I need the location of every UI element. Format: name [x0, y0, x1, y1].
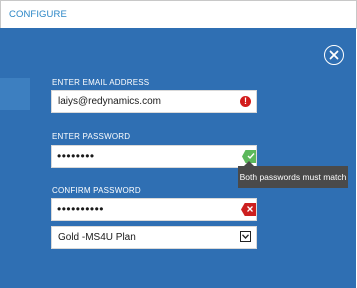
left-nav-item[interactable] [0, 78, 30, 110]
plan-select[interactable]: Gold -MS4U Plan [51, 226, 257, 249]
password-label: ENTER PASSWORD [52, 132, 131, 141]
email-value: laiys@redynamics.com [58, 96, 161, 107]
cross-icon [241, 203, 256, 216]
confirm-password-label: CONFIRM PASSWORD [52, 186, 141, 195]
password-value: •••••••• [57, 149, 95, 163]
choose-plan-label: CHOOSE PLAN [52, 213, 112, 222]
configure-link[interactable]: CONFIGURE [9, 9, 67, 20]
top-bar: CONFIGURE [0, 0, 357, 29]
password-mismatch-tooltip: Both passwords must match [238, 161, 348, 188]
plan-value: Gold -MS4U Plan [58, 232, 136, 243]
close-button[interactable] [324, 45, 344, 65]
email-field[interactable]: laiys@redynamics.com ! [51, 90, 257, 113]
chevron-down-icon[interactable] [240, 231, 251, 242]
password-field[interactable]: •••••••• [51, 145, 257, 168]
close-icon [329, 50, 339, 60]
email-label: ENTER EMAIL ADDRESS [52, 78, 150, 87]
error-icon: ! [240, 96, 251, 107]
